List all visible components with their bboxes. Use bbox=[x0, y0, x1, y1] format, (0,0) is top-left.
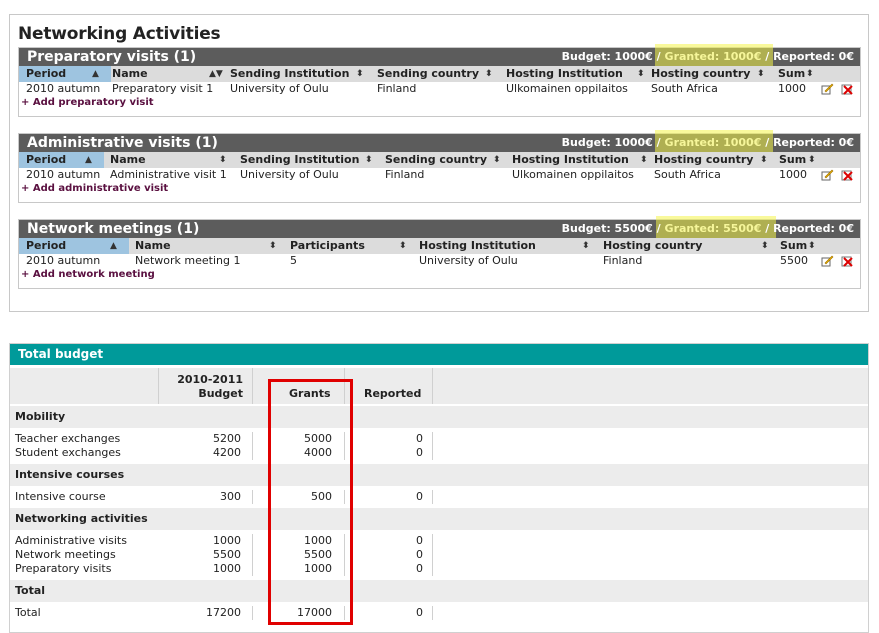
sort-icon: ⬍ bbox=[365, 155, 373, 165]
sort-asc-icon: ▲ bbox=[110, 241, 117, 251]
column-period[interactable]: Period ▲ bbox=[19, 66, 111, 82]
column-sending-institution[interactable]: Sending Institution bbox=[240, 152, 359, 168]
sort-icon: ⬍ bbox=[640, 155, 648, 165]
page-title: Networking Activities bbox=[18, 24, 221, 44]
column-hosting-country[interactable]: Hosting country bbox=[654, 152, 753, 168]
sort-icon: ⬍ bbox=[582, 241, 590, 251]
column-name[interactable]: Name bbox=[110, 152, 146, 168]
column-reported: Reported bbox=[364, 387, 422, 400]
add-preparatory-visit-link[interactable]: + Add preparatory visit bbox=[19, 96, 860, 109]
column-sum[interactable]: Sum bbox=[779, 152, 806, 168]
sort-icon: ⬍ bbox=[356, 69, 364, 79]
section-title: Preparatory visits (1) bbox=[27, 49, 197, 65]
reported-stat: Reported: 0€ bbox=[773, 136, 854, 149]
reported-stat: Reported: 0€ bbox=[773, 222, 854, 235]
sort-icon: ⬍ bbox=[493, 155, 501, 165]
column-hosting-country[interactable]: Hosting country bbox=[651, 66, 750, 82]
budget-total-row: Total 17200 17000 0 bbox=[15, 606, 423, 619]
preparatory-visits-section: Preparatory visits (1) Budget: 1000€ / G… bbox=[18, 44, 861, 117]
delete-icon[interactable] bbox=[841, 255, 854, 267]
delete-icon[interactable] bbox=[841, 83, 854, 95]
budget-stat: Budget: 1000€ bbox=[561, 136, 653, 149]
column-name[interactable]: Name bbox=[135, 238, 171, 254]
group-row-networking-activities: Networking activities bbox=[10, 508, 868, 530]
column-sum[interactable]: Sum bbox=[780, 238, 807, 254]
section-header: Administrative visits (1) Budget: 1000€ … bbox=[19, 130, 860, 154]
networking-activities-panel: Networking Activities Preparatory visits… bbox=[9, 14, 869, 312]
sort-icon: ⬍ bbox=[757, 69, 765, 79]
budget-stat: Budget: 5500€ bbox=[561, 222, 653, 235]
group-row-mobility: Mobility bbox=[10, 406, 868, 428]
budget-rows: Intensive course 300 500 0 bbox=[15, 490, 423, 503]
column-period[interactable]: Period ▲ bbox=[19, 152, 104, 168]
sort-icon: ⬍ bbox=[760, 155, 768, 165]
total-budget-panel: Total budget 2010-2011 Budget Grants Rep… bbox=[9, 343, 869, 633]
sort-asc-icon: ▲ bbox=[85, 155, 92, 165]
edit-icon[interactable] bbox=[821, 255, 834, 267]
budget-rows: Teacher exchanges Student exchanges 5200… bbox=[15, 432, 423, 459]
group-row-total: Total bbox=[10, 580, 868, 602]
group-row-intensive-courses: Intensive courses bbox=[10, 464, 868, 486]
delete-icon[interactable] bbox=[841, 169, 854, 181]
budget-stat: Budget: 1000€ bbox=[561, 50, 653, 63]
column-hosting-institution[interactable]: Hosting Institution bbox=[512, 152, 629, 168]
add-network-meeting-link[interactable]: + Add network meeting bbox=[19, 268, 860, 281]
granted-stat: Granted: 1000€ bbox=[664, 136, 762, 149]
column-sending-country[interactable]: Sending country bbox=[385, 152, 487, 168]
section-stats: Budget: 5500€ / Granted: 5500€ / Reporte… bbox=[561, 222, 854, 235]
column-period[interactable]: Period ▲ bbox=[19, 238, 129, 254]
table-row: 2010 autumn Network meeting 1 5 Universi… bbox=[19, 254, 860, 268]
column-hosting-country[interactable]: Hosting country bbox=[603, 238, 702, 254]
reported-stat: Reported: 0€ bbox=[773, 50, 854, 63]
granted-stat: Granted: 1000€ bbox=[664, 50, 762, 63]
section-header: Network meetings (1) Budget: 5500€ / Gra… bbox=[19, 216, 860, 240]
column-header-row: Period ▲ Name ⬍ Sending Institution ⬍ Sen… bbox=[19, 152, 860, 168]
table-row: 2010 autumn Preparatory visit 1 Universi… bbox=[19, 82, 860, 96]
administrative-visits-section: Administrative visits (1) Budget: 1000€ … bbox=[18, 130, 861, 203]
sort-icon: ⬍ bbox=[485, 69, 493, 79]
column-budget: 2010-2011 Budget bbox=[177, 373, 243, 400]
section-title: Administrative visits (1) bbox=[27, 135, 218, 151]
column-sending-institution[interactable]: Sending Institution bbox=[230, 66, 349, 82]
sort-icon: ⬍ bbox=[269, 241, 277, 251]
section-header: Preparatory visits (1) Budget: 1000€ / G… bbox=[19, 44, 860, 68]
column-sum[interactable]: Sum bbox=[778, 66, 805, 82]
add-administrative-visit-link[interactable]: + Add administrative visit bbox=[19, 182, 860, 195]
section-stats: Budget: 1000€ / Granted: 1000€ / Reporte… bbox=[561, 136, 854, 149]
column-hosting-institution[interactable]: Hosting Institution bbox=[506, 66, 623, 82]
section-title: Network meetings (1) bbox=[27, 221, 200, 237]
sort-icon: ⬍ bbox=[808, 155, 816, 165]
table-row: 2010 autumn Administrative visit 1 Unive… bbox=[19, 168, 860, 182]
granted-stat: Granted: 5500€ bbox=[664, 222, 762, 235]
network-meetings-section: Network meetings (1) Budget: 5500€ / Gra… bbox=[18, 216, 861, 289]
edit-icon[interactable] bbox=[821, 83, 834, 95]
column-sending-country[interactable]: Sending country bbox=[377, 66, 479, 82]
budget-column-header: 2010-2011 Budget Grants Reported bbox=[10, 368, 868, 404]
sort-icon: ⬍ bbox=[637, 69, 645, 79]
sort-icon: ⬍ bbox=[806, 69, 814, 79]
column-name[interactable]: Name bbox=[112, 66, 148, 82]
sort-icon: ⬍ bbox=[761, 241, 769, 251]
column-hosting-institution[interactable]: Hosting Institution bbox=[419, 238, 536, 254]
sort-icon: ▲▼ bbox=[209, 69, 223, 79]
column-participants[interactable]: Participants bbox=[290, 238, 365, 254]
budget-rows: Administrative visits Network meetings P… bbox=[15, 534, 423, 575]
column-grants: Grants bbox=[289, 387, 331, 400]
sort-icon: ⬍ bbox=[399, 241, 407, 251]
total-budget-title: Total budget bbox=[10, 344, 868, 365]
sort-asc-icon: ▲ bbox=[92, 69, 99, 79]
sort-icon: ⬍ bbox=[808, 241, 816, 251]
sort-icon: ⬍ bbox=[219, 155, 227, 165]
section-stats: Budget: 1000€ / Granted: 1000€ / Reporte… bbox=[561, 50, 854, 63]
column-header-row: Period ▲ Name ⬍ Participants ⬍ Hosting In… bbox=[19, 238, 860, 254]
edit-icon[interactable] bbox=[821, 169, 834, 181]
column-header-row: Period ▲ Name ▲▼ Sending Institution ⬍ Se… bbox=[19, 66, 860, 82]
